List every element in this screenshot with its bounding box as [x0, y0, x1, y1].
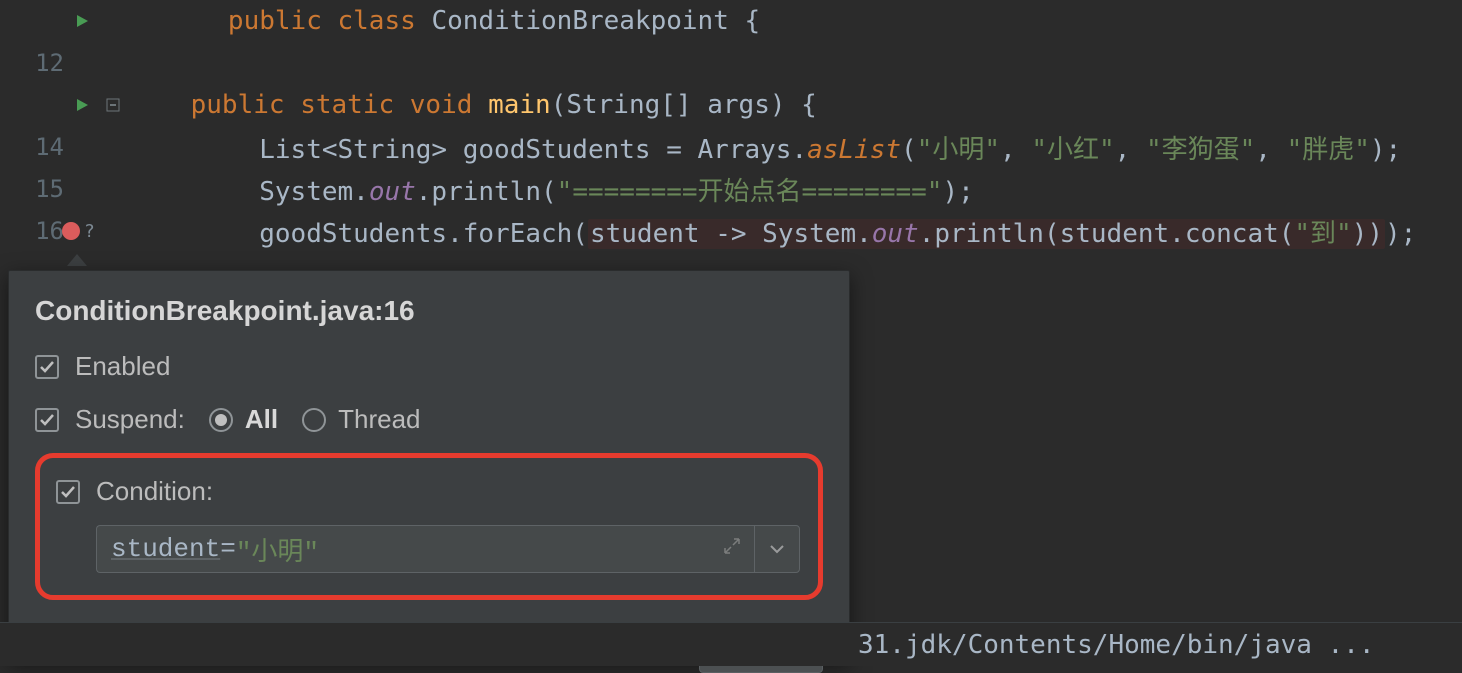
condition-label: Condition: [96, 476, 213, 507]
code-text[interactable]: public class ConditionBreakpoint { [104, 0, 760, 66]
expand-icon[interactable] [722, 534, 742, 564]
condition-checkbox[interactable] [56, 480, 80, 504]
gutter[interactable]: 14 [0, 133, 104, 161]
code-line: 14 List<String> goodStudents = Arrays.as… [0, 126, 1462, 168]
conditional-breakpoint-marker: ? [84, 221, 95, 242]
enabled-label: Enabled [75, 351, 170, 382]
enabled-checkbox[interactable] [35, 355, 59, 379]
fold-icon[interactable] [106, 98, 120, 112]
code-text[interactable]: List<String> goodStudents = Arrays.asLis… [104, 129, 1401, 166]
suspend-label: Suspend: [75, 404, 185, 435]
breakpoint-icon[interactable] [62, 222, 80, 240]
suspend-checkbox[interactable] [35, 408, 59, 432]
suspend-thread-label: Thread [338, 404, 420, 435]
gutter[interactable]: 15 [0, 175, 104, 203]
code-line: 11 public class ConditionBreakpoint { [0, 0, 1462, 42]
enabled-row: Enabled [35, 351, 823, 382]
condition-input[interactable]: student = "小明" [96, 525, 754, 573]
popup-title: ConditionBreakpoint.java:16 [35, 295, 823, 327]
suspend-thread-radio[interactable] [302, 408, 326, 432]
gutter[interactable]: 16 ? [0, 217, 104, 245]
code-line: 13 public static void main(String[] args… [0, 84, 1462, 126]
popup-pointer [67, 254, 87, 266]
line-number: 15 [28, 175, 64, 203]
suspend-row: Suspend: All Thread [35, 404, 823, 435]
code-line: 15 System.out.println("========开始点名=====… [0, 168, 1462, 210]
condition-input-wrap: student = "小明" [96, 525, 800, 573]
code-text[interactable]: public static void main(String[] args) { [120, 90, 817, 120]
code-line: 16 ? goodStudents.forEach(student -> Sys… [0, 210, 1462, 252]
code-text[interactable]: System.out.println("========开始点名========… [104, 171, 974, 208]
condition-row: Condition: [56, 476, 800, 507]
code-text[interactable]: goodStudents.forEach(student -> System.o… [104, 213, 1416, 250]
breakpoint-popup: ConditionBreakpoint.java:16 Enabled Susp… [8, 270, 850, 660]
condition-history-dropdown[interactable] [754, 525, 800, 573]
console-text: 31.jdk/Contents/Home/bin/java ... [858, 630, 1375, 660]
suspend-all-label: All [245, 404, 278, 435]
line-number: 16 [28, 217, 64, 245]
suspend-all-radio[interactable] [209, 408, 233, 432]
line-number: 14 [28, 133, 64, 161]
console-output: 31.jdk/Contents/Home/bin/java ... [0, 622, 1462, 666]
condition-highlight-box: Condition: student = "小明" [35, 453, 823, 600]
